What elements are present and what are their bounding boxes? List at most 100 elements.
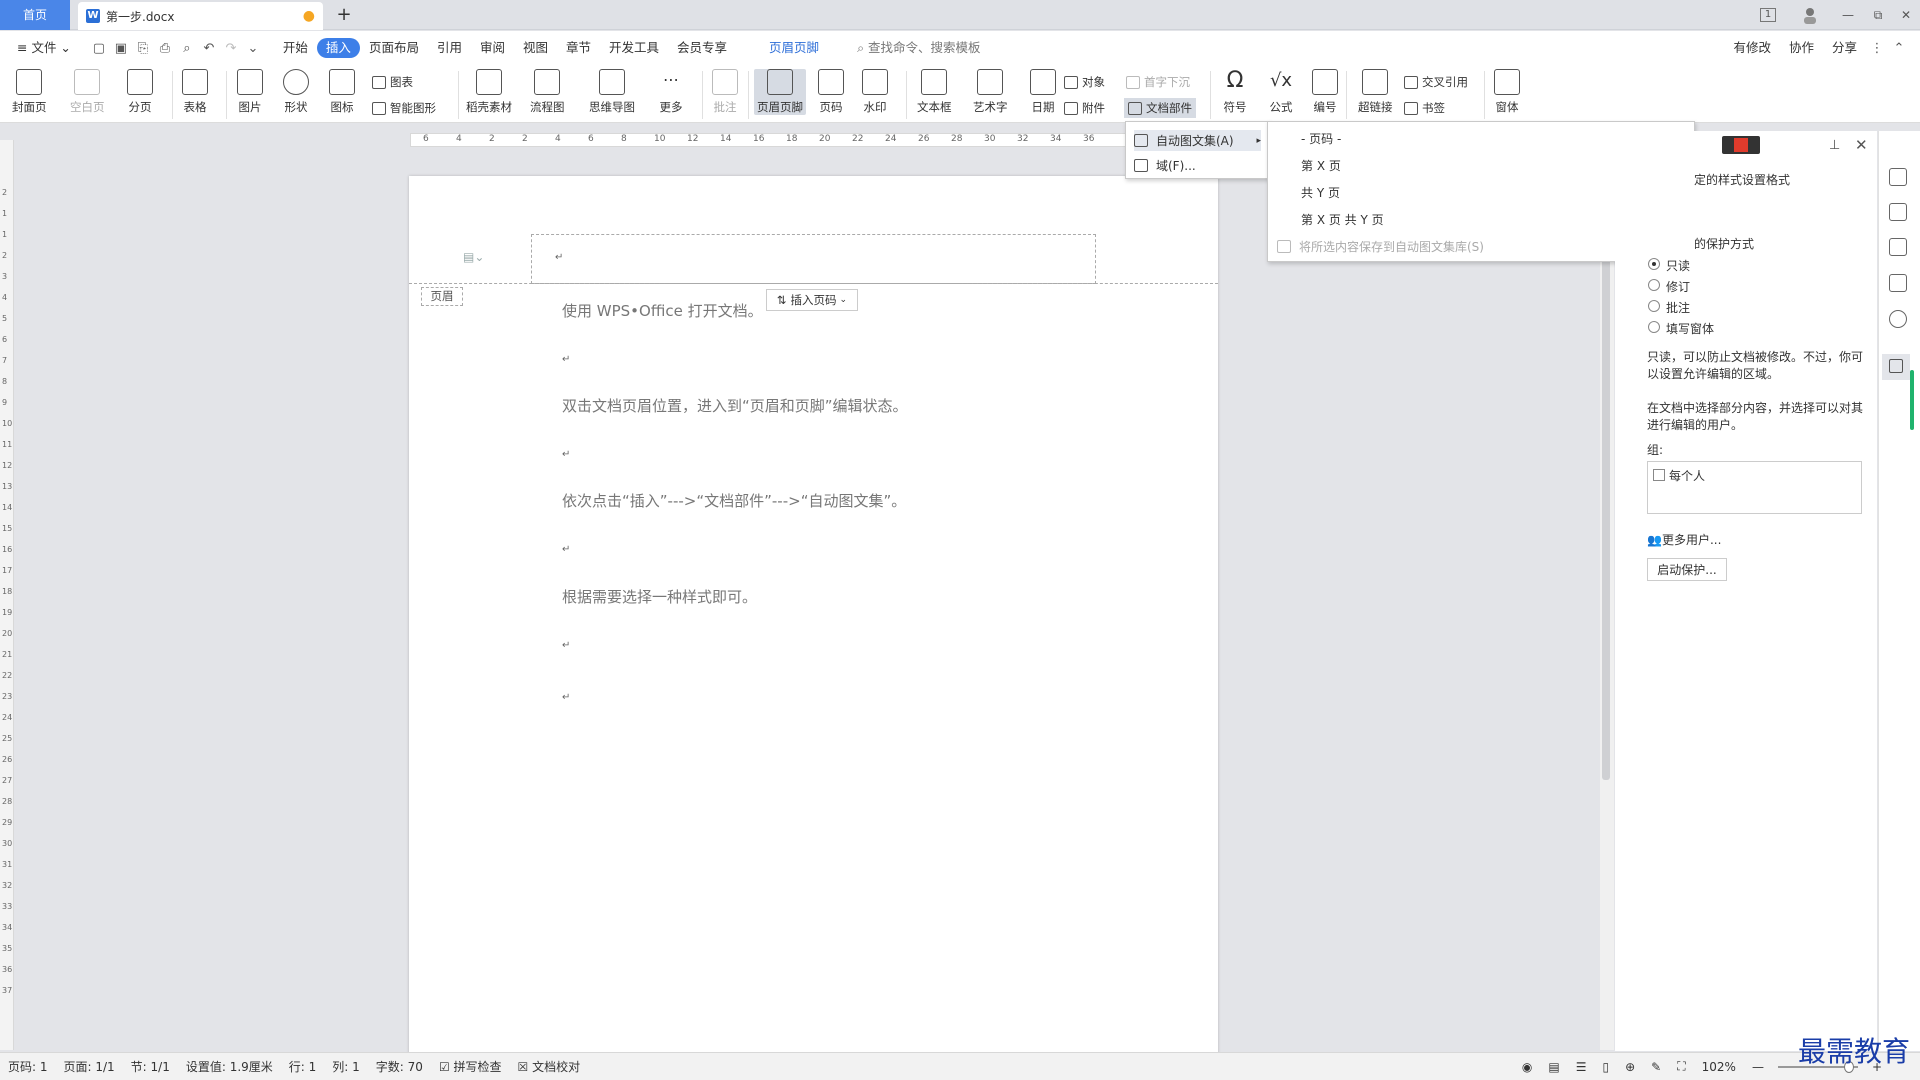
tab-view[interactable]: 视图	[514, 38, 557, 58]
header-footer-button[interactable]: 页眉页脚	[754, 69, 806, 115]
formula-button[interactable]: √x 公式	[1268, 69, 1294, 115]
print-icon[interactable]: ⎙	[154, 41, 176, 56]
tab-developer[interactable]: 开发工具	[600, 38, 668, 58]
share-button[interactable]: 分享	[1823, 38, 1866, 58]
autotext-page-x[interactable]: 第 X 页	[1301, 157, 1341, 174]
radio-comment[interactable]	[1648, 300, 1660, 312]
autotext-page-number[interactable]: - 页码 -	[1301, 130, 1341, 147]
tab-chapter[interactable]: 章节	[557, 38, 600, 58]
date-button[interactable]: 日期	[1030, 69, 1056, 115]
save-icon[interactable]: ▣	[110, 41, 132, 56]
docer-material-button[interactable]: 稻壳素材	[466, 69, 512, 115]
autotext-total-y[interactable]: 共 Y 页	[1301, 184, 1340, 201]
write-mode-icon[interactable]: ✎	[1643, 1060, 1669, 1074]
document-parts-button[interactable]: 文档部件	[1124, 98, 1196, 118]
pin-icon[interactable]: ⊥	[1829, 138, 1840, 153]
zoom-level[interactable]: 102%	[1694, 1060, 1744, 1074]
status-col[interactable]: 列: 1	[324, 1058, 368, 1075]
tab-start[interactable]: 开始	[274, 38, 317, 58]
tab-document[interactable]: W 第一步.docx ●	[78, 2, 323, 30]
user-avatar-icon[interactable]	[1800, 6, 1820, 24]
radio-readonly[interactable]	[1648, 258, 1660, 270]
new-icon[interactable]: ▢	[88, 41, 110, 56]
close-panel-icon[interactable]: ✕	[1855, 136, 1868, 154]
help-icon[interactable]	[1889, 310, 1907, 328]
more-button[interactable]: ⋯ 更多	[658, 69, 684, 115]
bookmark-button[interactable]: 书签	[1404, 100, 1445, 116]
edit-icon[interactable]	[1889, 203, 1907, 221]
zoom-out-button[interactable]: —	[1744, 1060, 1772, 1074]
tab-review[interactable]: 审阅	[471, 38, 514, 58]
status-section[interactable]: 节: 1/1	[123, 1058, 178, 1075]
radio-fill-form[interactable]	[1648, 321, 1660, 333]
icon-library-button[interactable]: 图标	[329, 69, 355, 115]
chart-button[interactable]: 图表	[372, 74, 413, 90]
insert-page-number-button[interactable]: ⇅ 插入页码 ⌄	[766, 289, 858, 311]
undo-icon[interactable]: ↶	[198, 41, 220, 56]
symbol-button[interactable]: Ω 符号	[1222, 69, 1248, 115]
command-search[interactable]: ⌕ 查找命令、搜索模板	[848, 38, 990, 58]
picture-button[interactable]: 图片	[237, 69, 263, 115]
outline-view-icon[interactable]: ☰	[1568, 1060, 1595, 1074]
header-area[interactable]	[531, 234, 1096, 284]
page-break-button[interactable]: 分页	[127, 69, 153, 115]
object-button[interactable]: 对象	[1064, 74, 1105, 90]
cross-reference-button[interactable]: 交叉引用	[1404, 74, 1468, 90]
page-number-button[interactable]: 页码	[818, 69, 844, 115]
vertical-ruler[interactable]: 2 1 1 2 3 4 5 6 7 8 9 10 11 12 13 14 15 16 17 18 19 20 21 22 23 2…	[0, 140, 14, 1050]
header-options-icon[interactable]: ▤⌄	[463, 250, 484, 264]
drop-cap-button[interactable]: 首字下沉	[1126, 74, 1190, 90]
input-method-icon[interactable]	[1722, 136, 1760, 154]
read-view-icon[interactable]: ▯	[1594, 1060, 1617, 1074]
tab-header-footer[interactable]: 页眉页脚	[760, 38, 828, 58]
redo-icon[interactable]: ↷	[220, 41, 242, 56]
mindmap-button[interactable]: 思维导图	[589, 69, 635, 115]
smart-art-button[interactable]: 智能图形	[372, 100, 436, 116]
autotext-page-x-of-y[interactable]: 第 X 页 共 Y 页	[1301, 211, 1384, 228]
paragraph[interactable]: 根据需要选择一种样式即可。	[562, 586, 757, 607]
customize-icon[interactable]: ⌄	[242, 41, 264, 56]
page-view-icon[interactable]: ▤	[1540, 1060, 1567, 1074]
paragraph[interactable]: 使用 WPS•Office 打开文档。	[562, 300, 763, 321]
eye-protect-icon[interactable]: ◉	[1514, 1060, 1540, 1074]
flowchart-button[interactable]: 流程图	[530, 69, 565, 115]
shape-button[interactable]: 形状	[283, 69, 309, 115]
word-art-button[interactable]: 艺术字	[973, 69, 1008, 115]
spell-check-button[interactable]: ☑ 拼写检查	[431, 1058, 510, 1075]
comment-button[interactable]: 批注	[712, 69, 738, 115]
autotext-menu-item[interactable]: 自动图文集(A) ▸	[1134, 130, 1261, 151]
hyperlink-button[interactable]: 超链接	[1358, 69, 1393, 115]
file-menu[interactable]: ≡ 文件 ⌄	[8, 38, 80, 58]
add-tab-button[interactable]: +	[334, 4, 354, 26]
save-to-autotext-item[interactable]: 将所选内容保存到自动图文集库(S)	[1277, 238, 1484, 255]
collapse-ribbon-icon[interactable]: ⌃	[1888, 41, 1910, 56]
minimize-button[interactable]: —	[1838, 6, 1858, 24]
radio-revision[interactable]	[1648, 279, 1660, 291]
blank-page-button[interactable]: 空白页	[70, 69, 105, 115]
cover-page-button[interactable]: 封面页	[12, 69, 47, 115]
form-button[interactable]: 窗体	[1494, 69, 1520, 115]
numbering-button[interactable]: 编号	[1312, 69, 1338, 115]
watermark-button[interactable]: 水印	[862, 69, 888, 115]
collaborate-button[interactable]: 协作	[1780, 38, 1823, 58]
lock-tab[interactable]	[1882, 354, 1910, 380]
status-page-number[interactable]: 页码: 1	[0, 1058, 56, 1075]
horizontal-ruler[interactable]: 6 4 2 2 4 6 8 10 12 14 16 18 20 22 24 26 28 30 32 34 36	[410, 133, 1130, 147]
settings-slider-icon[interactable]	[1889, 274, 1907, 292]
text-box-button[interactable]: 文本框	[917, 69, 952, 115]
attachment-button[interactable]: 附件	[1064, 100, 1105, 116]
paragraph[interactable]: 依次点击“插入”--->“文档部件”--->“自动图文集”。	[562, 490, 906, 511]
fit-page-icon[interactable]: ⛶	[1669, 1059, 1693, 1074]
more-users-link[interactable]: 👥更多用户...	[1647, 531, 1721, 548]
tab-references[interactable]: 引用	[428, 38, 471, 58]
web-view-icon[interactable]: ⊕	[1617, 1060, 1643, 1074]
start-protection-button[interactable]: 启动保护...	[1647, 558, 1727, 581]
proofread-button[interactable]: ☒ 文档校对	[510, 1058, 589, 1075]
status-setting[interactable]: 设置值: 1.9厘米	[178, 1058, 281, 1075]
format-painter-icon[interactable]: ⎘	[132, 41, 154, 56]
close-window-button[interactable]: ✕	[1896, 6, 1916, 24]
more-menu-icon[interactable]: ⋮	[1866, 41, 1888, 56]
status-row[interactable]: 行: 1	[281, 1058, 325, 1075]
select-cursor-icon[interactable]	[1889, 238, 1907, 256]
style-icon[interactable]	[1889, 168, 1907, 186]
